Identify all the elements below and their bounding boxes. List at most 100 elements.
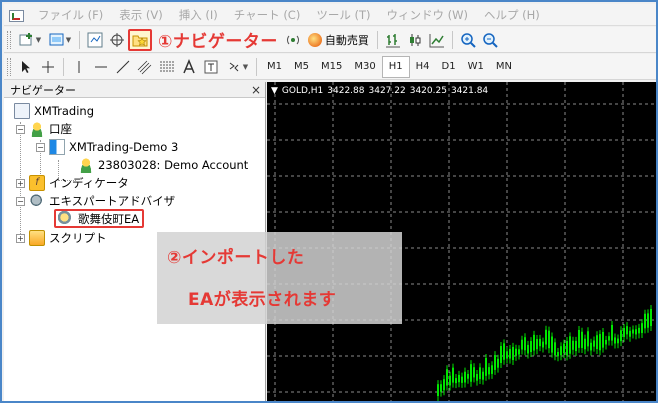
toolbar-grip[interactable] <box>7 57 11 76</box>
radio-signal-icon <box>286 35 299 44</box>
candle-body <box>638 327 640 334</box>
candlestick-icon <box>409 33 421 46</box>
candle-body <box>437 384 439 397</box>
expand-icon[interactable]: + <box>16 178 25 188</box>
fibonacci-button[interactable] <box>156 56 178 78</box>
expand-icon[interactable]: + <box>16 233 25 243</box>
tree-ea-label: 歌舞伎町EA <box>78 211 140 226</box>
candle-body <box>473 367 475 378</box>
bar-chart-button[interactable] <box>382 29 404 51</box>
candle-body <box>521 339 523 350</box>
script-scroll-icon <box>29 230 45 246</box>
zoom-in-button[interactable] <box>457 29 479 51</box>
timeframe-m5[interactable]: M5 <box>288 56 315 78</box>
timeframe-w1[interactable]: W1 <box>462 56 490 78</box>
collapse-icon[interactable]: − <box>16 196 25 206</box>
candle-body <box>587 331 589 347</box>
close-icon[interactable]: × <box>251 83 261 97</box>
profiles-button[interactable]: ▼ <box>45 29 75 51</box>
candle-body <box>542 341 544 348</box>
collapse-icon[interactable]: − <box>36 142 45 152</box>
candle-body <box>584 338 586 350</box>
tree-ea-item[interactable]: 歌舞伎町EA <box>54 209 145 228</box>
toolbar-grip[interactable] <box>7 30 11 49</box>
candle-body <box>443 379 445 391</box>
candle-body <box>455 378 457 384</box>
vertical-line-icon <box>78 60 80 73</box>
candle-body <box>527 344 529 354</box>
import-annotation-line1: ②インポートした <box>167 248 305 268</box>
candle-body <box>650 309 652 327</box>
candle-body <box>539 338 541 347</box>
arrows-button[interactable]: ▼ <box>222 56 252 78</box>
candle-body <box>509 348 511 359</box>
timeframe-mn[interactable]: MN <box>490 56 518 78</box>
tree-experts[interactable]: − エキスパートアドバイザ <box>16 192 175 210</box>
timeframe-d1[interactable]: D1 <box>436 56 462 78</box>
candle-body <box>512 346 514 361</box>
menu-insert[interactable]: 挿入 (I) <box>171 7 226 23</box>
timeframe-h1[interactable]: H1 <box>381 55 410 78</box>
candle-body <box>602 332 604 348</box>
market-watch-button[interactable] <box>84 29 106 51</box>
line-chart-button[interactable] <box>426 29 448 51</box>
tree-indicators[interactable]: + f インディケータ <box>16 174 129 192</box>
horizontal-line-icon <box>95 66 107 67</box>
menu-view[interactable]: 表示 (V) <box>111 7 171 23</box>
candle-body <box>458 374 460 383</box>
toolbar-separator <box>63 57 64 76</box>
history-button[interactable] <box>282 29 304 51</box>
equidistant-channel-button[interactable] <box>134 56 156 78</box>
toolbar-separator <box>79 30 80 49</box>
trendline-button[interactable] <box>112 56 134 78</box>
chart-low: 3420.25 <box>409 86 447 96</box>
new-chart-button[interactable]: ▼ <box>15 29 45 51</box>
cursor-arrow-icon <box>22 60 30 73</box>
tree-accounts[interactable]: − 口座 <box>16 120 72 138</box>
timeframe-m15[interactable]: M15 <box>315 56 348 78</box>
menu-tools[interactable]: ツール (T) <box>308 7 378 23</box>
crosshair-button[interactable] <box>37 56 59 78</box>
app-icon <box>8 7 24 23</box>
tree-scripts[interactable]: + スクリプト <box>16 229 107 247</box>
candle-body <box>578 329 580 348</box>
market-watch-icon <box>87 32 103 47</box>
collapse-icon[interactable]: − <box>16 124 25 134</box>
tree-server[interactable]: − XMTrading-Demo 3 <box>36 138 178 156</box>
timeframe-m30[interactable]: M30 <box>348 56 381 78</box>
navigator-folder-star-icon <box>132 35 148 46</box>
tree-root[interactable]: XMTrading <box>14 102 94 120</box>
candle-body <box>449 375 451 386</box>
candle-body <box>461 376 463 383</box>
candle-body <box>467 373 469 379</box>
candle-body <box>491 365 493 374</box>
vertical-line-button[interactable] <box>68 56 90 78</box>
text-label-button[interactable] <box>200 56 222 78</box>
menu-window[interactable]: ウィンドウ (W) <box>378 7 476 23</box>
candle-body <box>617 338 619 344</box>
timeframe-m1[interactable]: M1 <box>261 56 288 78</box>
zoom-out-button[interactable] <box>479 29 501 51</box>
autotrade-button[interactable]: 自動売買 <box>304 29 373 51</box>
text-button[interactable] <box>178 56 200 78</box>
menu-chart[interactable]: チャート (C) <box>226 7 309 23</box>
candle-body <box>620 330 622 342</box>
chart-close: 3421.84 <box>450 86 489 96</box>
candle-body <box>596 335 598 350</box>
new-chart-icon <box>19 32 32 45</box>
text-label-icon <box>204 60 218 73</box>
candle-body <box>488 367 490 375</box>
data-window-button[interactable] <box>106 29 128 51</box>
terminal-icon <box>14 103 30 119</box>
navigator-header: ナビゲーター × <box>4 82 265 98</box>
navigator-button[interactable] <box>128 28 152 51</box>
candle-body <box>569 336 571 354</box>
candlestick-button[interactable] <box>404 29 426 51</box>
horizontal-line-button[interactable] <box>90 56 112 78</box>
timeframe-h4[interactable]: H4 <box>410 56 436 78</box>
chart-menu-icon[interactable]: ▼ <box>271 86 278 96</box>
menu-help[interactable]: ヘルプ (H) <box>476 7 548 23</box>
cursor-button[interactable] <box>15 56 37 78</box>
menu-file[interactable]: ファイル (F) <box>30 7 111 23</box>
tree-account[interactable]: 23803028: Demo Account <box>78 156 248 174</box>
